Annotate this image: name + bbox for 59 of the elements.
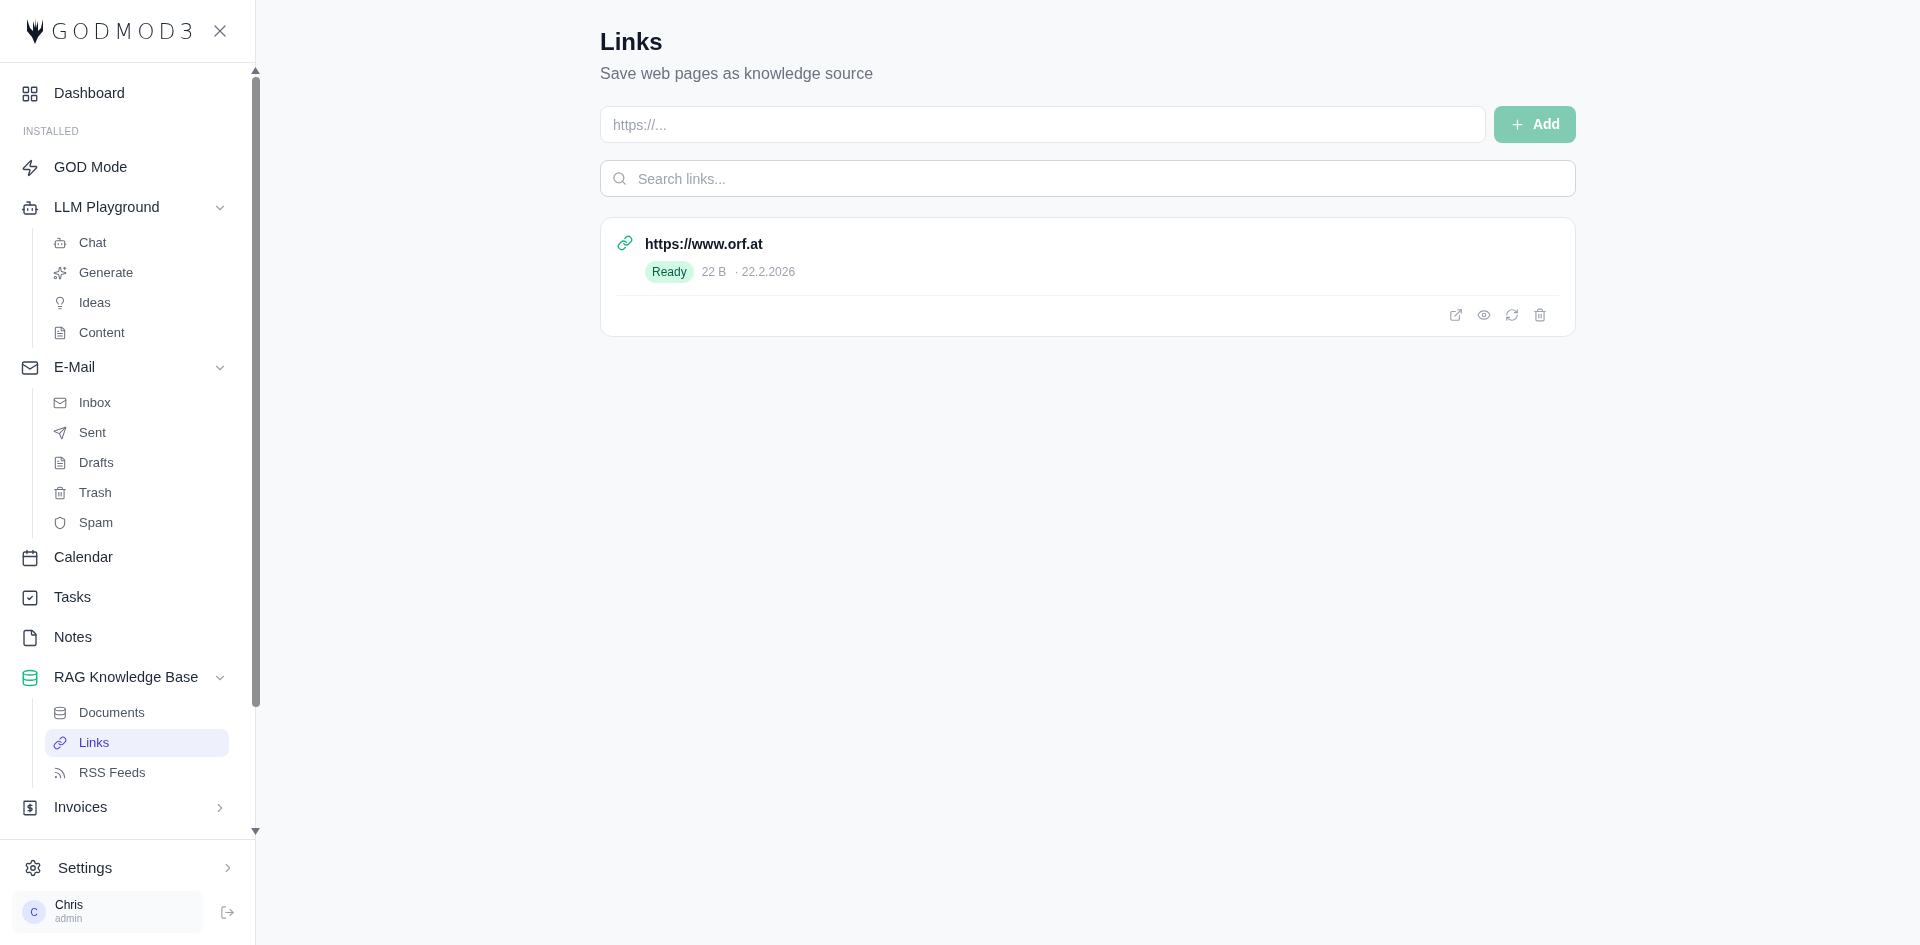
url-field[interactable]: https://...	[600, 106, 1486, 143]
database-icon	[53, 706, 67, 720]
refresh-icon[interactable]	[1505, 308, 1519, 322]
paper-plane-icon	[53, 426, 67, 440]
sidebar-subitem[interactable]: Ideas	[45, 289, 230, 317]
sidebar-item[interactable]: Tasks	[0, 578, 252, 618]
page-title: Links	[600, 27, 664, 57]
settings-item[interactable]: Settings	[0, 848, 255, 888]
external-link-icon[interactable]	[1449, 308, 1463, 322]
sidebar-item[interactable]: GOD Mode	[0, 148, 252, 188]
scroll-up-icon	[251, 67, 261, 74]
sidebar-item[interactable]: E-Mail	[0, 348, 252, 388]
sidebar-subitem[interactable]: Documents	[45, 699, 230, 727]
sidebar-subitem[interactable]: Drafts	[45, 449, 230, 477]
lightbulb-icon	[53, 296, 67, 310]
shield-icon	[53, 516, 67, 530]
search-icon	[612, 171, 627, 186]
sidebar-subitem[interactable]: Sent	[45, 419, 230, 447]
sparkles-icon	[53, 266, 67, 280]
sidebar-item[interactable]: Dashboard	[0, 74, 252, 114]
page-subtitle: Save web pages as knowledge source	[600, 64, 875, 84]
search-field[interactable]: Search links...	[600, 160, 1576, 197]
link-date: · 22.2.2026	[734, 264, 796, 281]
sidebar-item[interactable]: Invoices	[0, 788, 252, 828]
user-avatar: C	[22, 900, 46, 924]
section-label: INSTALLED	[23, 124, 79, 139]
sidebar-item[interactable]: Calendar	[0, 538, 252, 578]
sidebar-item[interactable]: RAG Knowledge Base	[0, 658, 252, 698]
link-url: https://www.orf.at	[645, 235, 764, 254]
link-icon	[617, 235, 633, 251]
sidebar-subitem[interactable]: Inbox	[45, 389, 230, 417]
plus-icon	[1509, 117, 1525, 132]
user-name: Chris	[55, 898, 83, 914]
eye-icon[interactable]	[1477, 308, 1491, 322]
settings-icon	[24, 859, 42, 877]
sidebar-subitem[interactable]: Content	[45, 319, 230, 347]
logout-icon[interactable]	[220, 904, 235, 920]
status-badge: Ready	[645, 261, 694, 283]
document-icon	[53, 326, 67, 340]
sidebar-subitem[interactable]: Links	[45, 729, 230, 757]
trash-icon[interactable]	[1533, 308, 1547, 322]
sidebar-subitem[interactable]: Trash	[45, 479, 230, 507]
sidebar-subitem[interactable]: Chat	[45, 229, 230, 257]
scroll-down-icon	[251, 828, 261, 835]
logo-text: GODMOD3	[51, 17, 198, 46]
sidebar-subitem[interactable]: Spam	[45, 509, 230, 537]
sidebar-subitem[interactable]: RSS Feeds	[45, 759, 230, 787]
link-icon	[53, 736, 67, 750]
user-card[interactable]: C Chris admin	[12, 891, 203, 933]
sidebar-item[interactable]: Notes	[0, 618, 252, 658]
sidebar-subitem[interactable]: Generate	[45, 259, 230, 287]
envelope-icon	[53, 396, 67, 410]
document-icon	[53, 456, 67, 470]
sidebar-item[interactable]: LLM Playground	[0, 188, 252, 228]
trash-icon	[53, 486, 67, 500]
user-role: admin	[55, 913, 83, 926]
robot-icon	[53, 236, 67, 250]
rss-icon	[53, 766, 67, 780]
link-size: 22 B	[701, 264, 727, 281]
